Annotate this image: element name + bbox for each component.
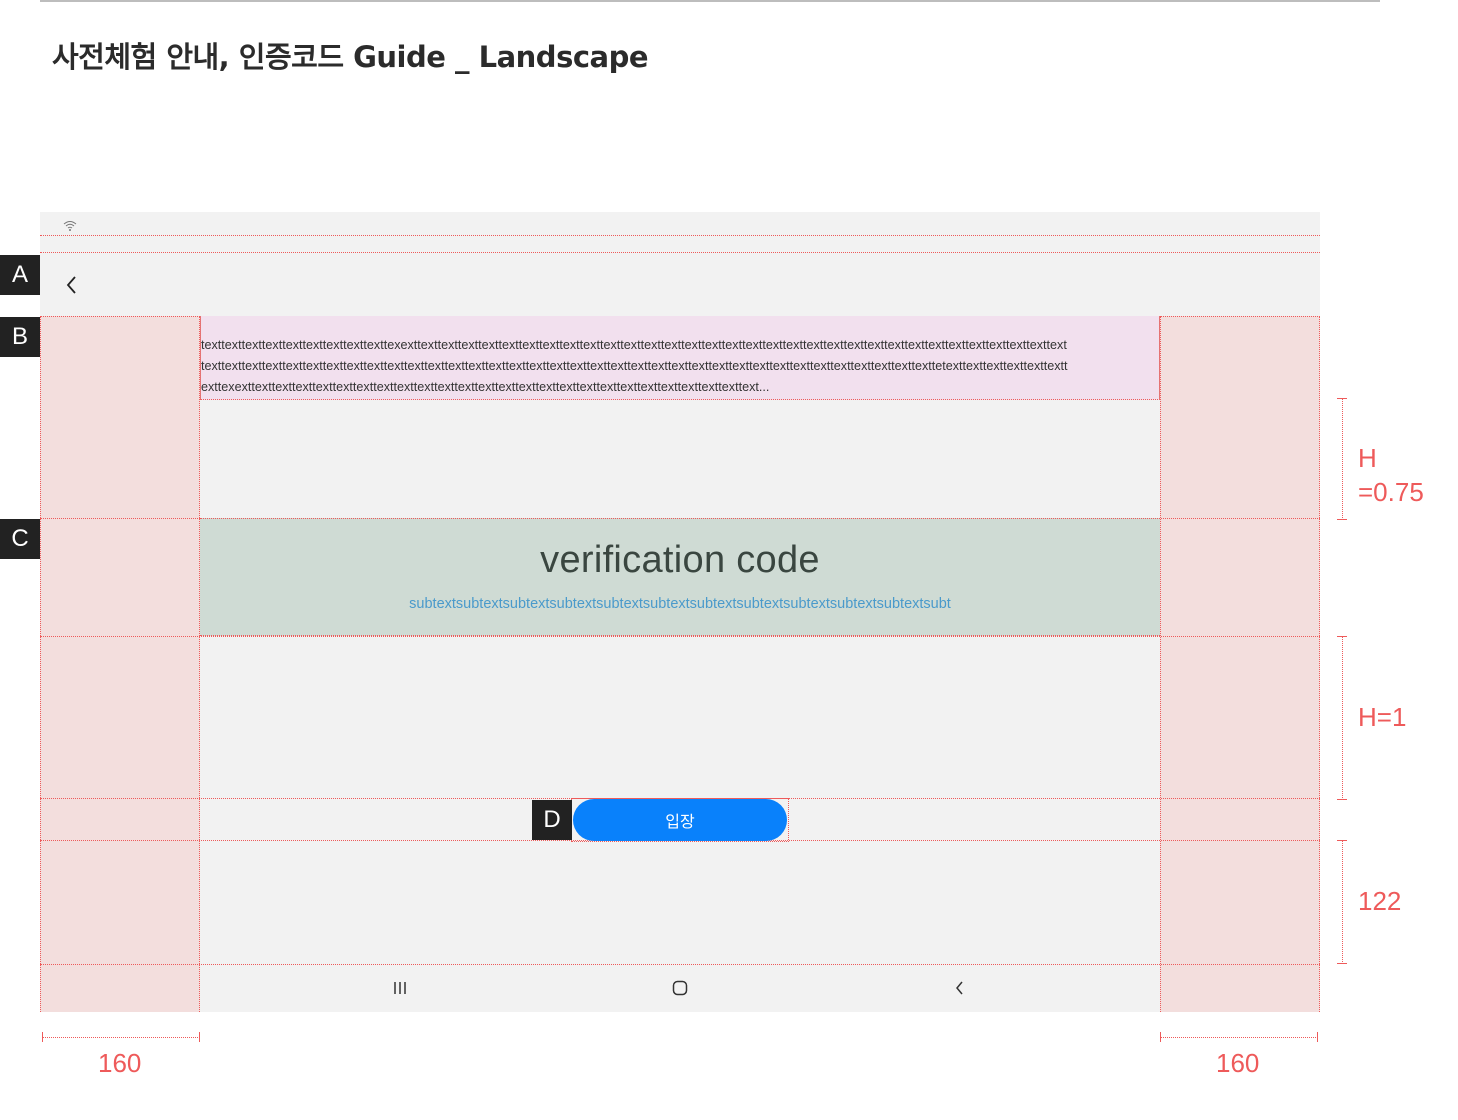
verification-code-subtext: subtextsubtextsubtextsubtextsubtextsubte… [409,596,951,612]
verification-code-title: verification code [540,539,820,581]
verification-code-area: verification code subtextsubtextsubtexts… [200,518,1160,636]
guide-line [40,636,1320,637]
guide-line [40,252,1320,253]
left-margin-guide [40,316,200,1012]
dimension-h-075 [1337,398,1347,520]
dimension-label-122: 122 [1358,886,1402,916]
guide-line [40,235,1320,236]
dimension-right-margin [1160,1032,1318,1042]
guide-line [40,964,1320,965]
dimension-label-right-160: 160 [1216,1048,1260,1078]
nav-back-icon[interactable] [948,978,972,998]
wifi-icon [63,217,77,231]
description-line: exttexexttexttexttexttexttexttexttexttex… [201,380,770,394]
back-button[interactable] [60,270,84,300]
top-divider [40,0,1380,2]
enter-button[interactable]: 입장 [573,799,787,841]
dimension-h-1 [1337,636,1347,800]
label-d: D [532,800,572,840]
description-text-area: texttexttexttexttexttexttexttexttexttexe… [200,316,1160,400]
label-c: C [0,519,40,559]
device-frame: texttexttexttexttexttexttexttexttexttexe… [40,212,1320,1012]
page-title: 사전체험 안내, 인증코드 Guide _ Landscape [52,40,649,74]
recents-icon[interactable] [388,978,412,998]
home-icon[interactable] [668,978,692,998]
description-line: texttexttexttexttexttexttexttexttexttexe… [201,338,1067,352]
chevron-left-icon [66,276,76,294]
dimension-label-h: H [1358,443,1377,473]
right-margin-guide [1160,316,1320,1012]
label-a: A [0,255,40,295]
label-b: B [0,317,40,357]
dimension-label-075: =0.75 [1358,477,1424,507]
description-line: texttexttexttexttexttexttexttexttexttext… [201,359,1068,373]
dimension-label-h1: H=1 [1358,702,1407,732]
dimension-bottom-gap [1337,840,1347,964]
dimension-label-left-160: 160 [98,1048,142,1078]
dimension-left-margin [42,1032,200,1042]
